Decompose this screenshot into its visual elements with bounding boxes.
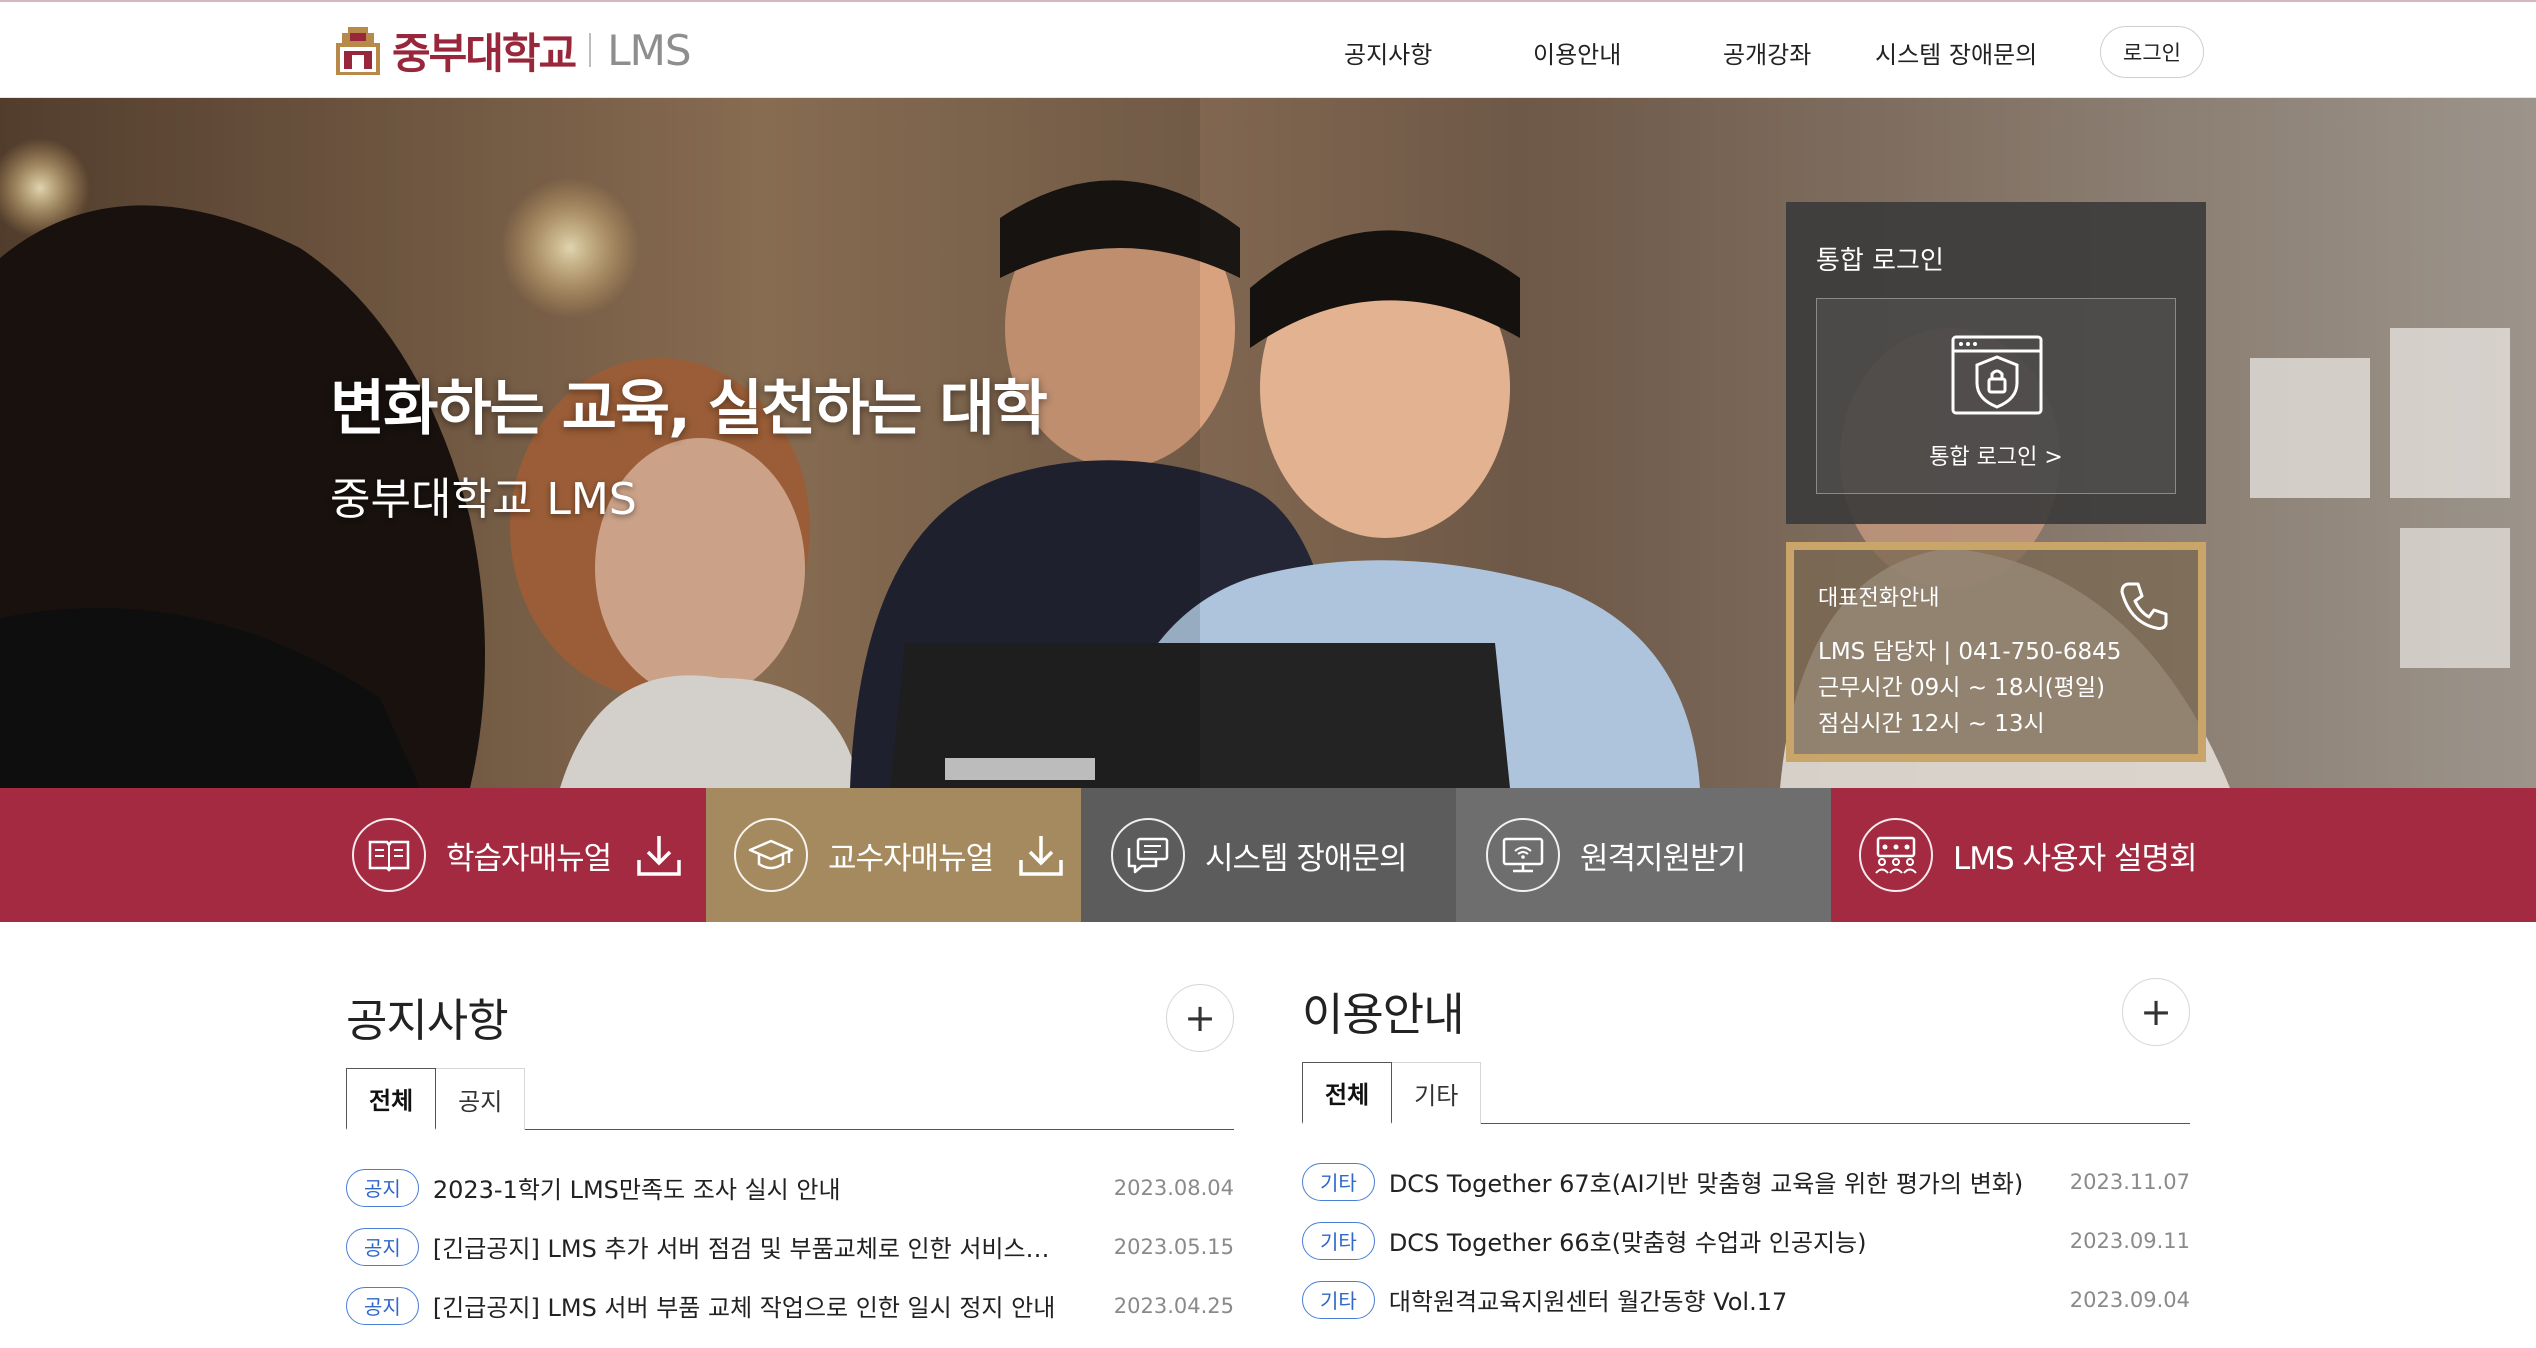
list-item-title: 2023-1학기 LMS만족도 조사 실시 안내 [432, 1176, 841, 1204]
main-nav: 공지사항 이용안내 공개강좌 시스템 장애문의 로그인 [0, 2, 2536, 100]
list-item-title: [긴급공지] LMS 서버 부품 교체 작업으로 인한 일시 정지 안내 [432, 1294, 1056, 1322]
guide-more-button[interactable]: + [2122, 978, 2190, 1046]
download-icon [637, 836, 681, 876]
quick-link-learner-manual[interactable]: 학습자매뉴얼 [0, 788, 706, 922]
guide-tab-etc[interactable]: 기타 [1392, 1062, 1482, 1124]
phone-info-contact: LMS 담당자 | 041-750-6845 [1818, 639, 2122, 665]
guide-board-title: 이용안내 [1302, 988, 1465, 1041]
list-item-date: 2023.05.15 [1113, 1234, 1234, 1259]
list-item-title: [긴급공지] LMS 추가 서버 점검 및 부품교체로 인한 서비스… [432, 1235, 1050, 1263]
phone-info-panel: 대표전화안내 LMS 담당자 | 041-750-6845 근무시간 09시 ~… [1786, 542, 2206, 762]
list-item-title: 대학원격교육지원센터 월간동향 Vol.17 [1388, 1288, 1788, 1316]
site-header: 중부대학교 LMS 공지사항 이용안내 공개강좌 시스템 장애문의 로그인 [0, 0, 2536, 98]
quick-link-user-briefing[interactable]: LMS 사용자 설명회 [1831, 788, 2536, 922]
phone-icon [2120, 582, 2168, 630]
graduation-cap-icon [734, 818, 808, 892]
guide-list: 기타 DCS Together 67호(AI기반 맞춤형 교육을 위한 평가의 … [1302, 1152, 2190, 1329]
list-item[interactable]: 공지 [긴급공지] LMS 서버 부품 교체 작업으로 인한 일시 정지 안내 … [346, 1276, 1234, 1335]
quick-link-label: 원격지원받기 [1580, 840, 1746, 877]
nav-system-support[interactable]: 시스템 장애문의 [1875, 35, 2037, 70]
chat-icon [1111, 818, 1185, 892]
quick-link-label: 교수자매뉴얼 [828, 840, 994, 877]
nav-open-courses[interactable]: 공개강좌 [1723, 35, 1811, 70]
list-item-date: 2023.09.04 [2069, 1287, 2190, 1312]
quick-link-system-support[interactable]: 시스템 장애문의 [1081, 788, 1456, 922]
nav-guide[interactable]: 이용안내 [1533, 35, 1621, 70]
hero-banner: 변화하는 교육, 실천하는 대학 중부대학교 LMS 통합 로그인 통합 로그인… [0, 98, 2536, 788]
phone-info-hours: 근무시간 09시 ~ 18시(평일) [1818, 675, 2105, 701]
notice-tab-notice[interactable]: 공지 [436, 1068, 526, 1130]
guide-tabs: 전체 기타 [1302, 1062, 2190, 1124]
category-badge: 기타 [1302, 1221, 1375, 1260]
quick-link-label: 학습자매뉴얼 [446, 840, 612, 877]
integrated-login-button-label: 통합 로그인 > [1929, 445, 2063, 470]
quick-links-bar: 학습자매뉴얼 교수자매뉴얼 시스템 장애문의 원격지원받기 LMS 사용자 설명… [0, 788, 2536, 922]
quick-link-label: 시스템 장애문의 [1205, 840, 1407, 877]
integrated-login-title: 통합 로그인 [1816, 246, 1944, 276]
integrated-login-button[interactable]: 통합 로그인 > [1816, 298, 2176, 494]
hero-subtitle: 중부대학교 LMS [330, 474, 637, 525]
notice-board-title: 공지사항 [346, 994, 509, 1047]
category-badge: 공지 [346, 1286, 419, 1325]
phone-info-lunch: 점심시간 12시 ~ 13시 [1818, 711, 2045, 737]
list-item-date: 2023.08.04 [1113, 1175, 1234, 1200]
phone-info-title: 대표전화안내 [1818, 586, 1940, 611]
category-badge: 공지 [346, 1227, 419, 1266]
list-item[interactable]: 기타 대학원격교육지원센터 월간동향 Vol.17 2023.09.04 [1302, 1270, 2190, 1329]
notice-list: 공지 2023-1학기 LMS만족도 조사 실시 안내 2023.08.04 공… [346, 1158, 1234, 1335]
notice-more-button[interactable]: + [1166, 984, 1234, 1052]
list-item-date: 2023.04.25 [1113, 1293, 1234, 1318]
list-item-title: DCS Together 67호(AI기반 맞춤형 교육을 위한 평가의 변화) [1388, 1170, 2024, 1198]
list-item[interactable]: 기타 DCS Together 66호(맞춤형 수업과 인공지능) 2023.0… [1302, 1211, 2190, 1270]
list-item-date: 2023.09.11 [2069, 1228, 2190, 1253]
list-item-title: DCS Together 66호(맞춤형 수업과 인공지능) [1388, 1229, 1867, 1257]
download-icon [1019, 836, 1063, 876]
monitor-icon [1486, 818, 1560, 892]
notice-tabs: 전체 공지 [346, 1068, 1234, 1130]
quick-link-instructor-manual[interactable]: 교수자매뉴얼 [706, 788, 1081, 922]
category-badge: 공지 [346, 1168, 419, 1207]
notice-board: 공지사항 + 전체 공지 공지 2023-1학기 LMS만족도 조사 실시 안내… [346, 984, 1234, 1325]
guide-board: 이용안내 + 전체 기타 기타 DCS Together 67호(AI기반 맞춤… [1302, 978, 2190, 1319]
nav-notice[interactable]: 공지사항 [1344, 35, 1432, 70]
notice-tab-all[interactable]: 전체 [346, 1068, 437, 1130]
quick-link-remote-support[interactable]: 원격지원받기 [1456, 788, 1831, 922]
hero-title: 변화하는 교육, 실천하는 대학 [330, 374, 1048, 444]
category-badge: 기타 [1302, 1162, 1375, 1201]
list-item[interactable]: 기타 DCS Together 67호(AI기반 맞춤형 교육을 위한 평가의 … [1302, 1152, 2190, 1211]
book-icon [352, 818, 426, 892]
list-item[interactable]: 공지 2023-1학기 LMS만족도 조사 실시 안내 2023.08.04 [346, 1158, 1234, 1217]
people-icon [1859, 818, 1933, 892]
login-button[interactable]: 로그인 [2100, 26, 2204, 78]
integrated-login-panel: 통합 로그인 통합 로그인 > [1786, 202, 2206, 524]
list-item[interactable]: 공지 [긴급공지] LMS 추가 서버 점검 및 부품교체로 인한 서비스… 2… [346, 1217, 1234, 1276]
security-shield-icon [1951, 335, 2043, 415]
list-item-date: 2023.11.07 [2069, 1169, 2190, 1194]
quick-link-label: LMS 사용자 설명회 [1953, 840, 2198, 877]
guide-tab-all[interactable]: 전체 [1302, 1062, 1393, 1124]
category-badge: 기타 [1302, 1280, 1375, 1319]
